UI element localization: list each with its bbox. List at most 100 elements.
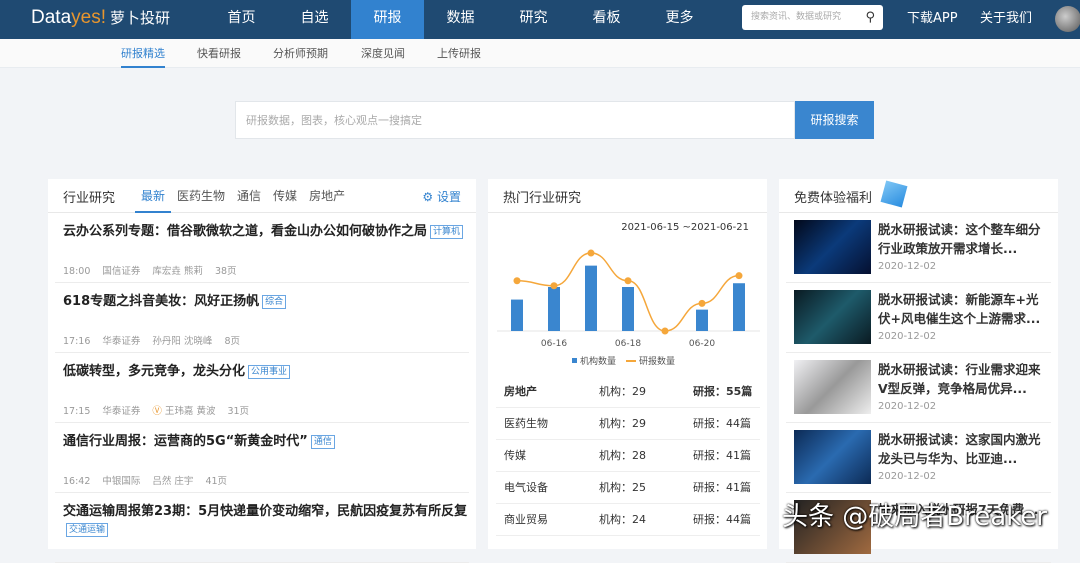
- header-search-input[interactable]: 搜索资讯、数据或研究 ⚲: [742, 5, 883, 30]
- list-item[interactable]: 脱水研报试读：行业需求迎来V型反弹，竞争格局优异... 2020-12-02: [786, 353, 1051, 423]
- subnav-quick[interactable]: 快看研报: [197, 39, 241, 68]
- industry-research-card: 行业研究 最新 医药生物 通信 传媒 房地产 ⚙ 设置 云办公系列专题：借谷歌微…: [48, 179, 476, 563]
- industry-tag[interactable]: 通信: [310, 435, 335, 449]
- time: 17:15: [63, 406, 91, 417]
- authors[interactable]: 孙丹阳 沈晓峰: [152, 336, 212, 347]
- list-item[interactable]: 低碳转型，多元竞争，龙头分化 公用事业 17:15 华泰证券 Ⓥ 王玮嘉 黄波 31页: [55, 353, 469, 423]
- list-item[interactable]: 脱水研报试读：新能源车+光伏+风电催生这个上游需求... 2020-12-02: [786, 283, 1051, 353]
- list-item[interactable]: 脱水研报试读：这家国内激光龙头已与华为、比亚迪... 2020-12-02: [786, 423, 1051, 493]
- report-count: 研报：44篇: [693, 513, 751, 526]
- nav-study[interactable]: 研究: [497, 0, 570, 39]
- pages: 41页: [205, 476, 228, 487]
- report-title[interactable]: 低碳转型，多元竞争，龙头分化 公用事业: [63, 363, 473, 381]
- bar-06-21: [733, 283, 745, 331]
- nav-watchlist[interactable]: 自选: [278, 0, 351, 39]
- table-row[interactable]: 房地产 机构：29 研报：55篇: [496, 376, 760, 408]
- nav-home[interactable]: 首页: [205, 0, 278, 39]
- report-title[interactable]: 交通运输周报第23期：5月快递量价变动缩窄，民航因疫复苏有所反复交通运输: [63, 503, 473, 539]
- item-title[interactable]: 脱水研报试读：这个整车细分行业政策放开需求增长...: [878, 220, 1048, 258]
- tab-pharma[interactable]: 医药生物: [171, 179, 231, 213]
- report-count: 研报：44篇: [693, 417, 751, 430]
- industry-name: 医药生物: [504, 417, 548, 430]
- card-title: 热门行业研究: [503, 191, 582, 206]
- broker[interactable]: 中银国际: [102, 476, 140, 487]
- item-title[interactable]: 脱水研报试读：行业需求迎来V型反弹，竞争格局优异...: [878, 360, 1048, 398]
- report-meta: 16:42 中银国际 吕然 庄宇 41页: [63, 473, 239, 487]
- subnav-depth[interactable]: 深度见闻: [361, 39, 405, 68]
- logo[interactable]: Datayes! 萝卜投研: [31, 7, 170, 29]
- main-nav: 首页 自选 研报 数据 研究 看板 更多: [205, 0, 716, 39]
- report-title[interactable]: 618专题之抖音美妆：风好正扬帆 综合: [63, 293, 473, 311]
- tick-label: 06-16: [541, 339, 567, 349]
- industry-tag[interactable]: 计算机: [430, 225, 464, 239]
- thumbnail-image[interactable]: [794, 290, 871, 344]
- industry-name: 商业贸易: [504, 513, 548, 526]
- table-row[interactable]: 医药生物 机构：29 研报：44篇: [496, 408, 760, 440]
- list-item[interactable]: 通信行业周报：运营商的5G“新黄金时代” 通信 16:42 中银国际 吕然 庄宇 41页: [55, 423, 469, 493]
- nav-research[interactable]: 研报: [351, 0, 424, 39]
- title-text: 交通运输周报第23期：5月快递量价变动缩窄，民航因疫复苏有所反复: [63, 504, 468, 519]
- title-text: 618专题之抖音美妆：风好正扬帆: [63, 294, 260, 309]
- legend-bar-swatch: [572, 358, 577, 363]
- list-item[interactable]: 云办公系列专题：借谷歌微软之道，看金山办公如何破协作之局 计算机 18:00 国信证券…: [55, 213, 469, 283]
- tick-label: 06-18: [615, 339, 641, 349]
- item-date: 2020-12-02: [878, 401, 937, 412]
- org-count: 机构：25: [599, 481, 646, 494]
- tab-telecom[interactable]: 通信: [231, 179, 267, 213]
- avatar[interactable]: [1055, 6, 1080, 32]
- thumbnail-image[interactable]: [794, 220, 871, 274]
- report-title[interactable]: 云办公系列专题：借谷歌微软之道，看金山办公如何破协作之局 计算机: [63, 223, 473, 241]
- authors[interactable]: 王玮嘉 黄波: [165, 406, 216, 417]
- subnav-selected[interactable]: 研报精选: [121, 39, 165, 68]
- subnav-upload[interactable]: 上传研报: [437, 39, 481, 68]
- about-link[interactable]: 关于我们: [980, 0, 1032, 37]
- nav-more[interactable]: 更多: [643, 0, 716, 39]
- tab-realestate[interactable]: 房地产: [303, 179, 351, 213]
- authors[interactable]: 库宏垚 熊莉: [152, 266, 203, 277]
- title-text: 云办公系列专题：借谷歌微软之道，看金山办公如何破协作之局: [63, 224, 428, 239]
- search-icon[interactable]: ⚲: [865, 5, 875, 30]
- industry-tag[interactable]: 公用事业: [248, 365, 291, 379]
- authors[interactable]: 吕然 庄宇: [152, 476, 193, 487]
- thumbnail-image[interactable]: [794, 430, 871, 484]
- list-item[interactable]: 交通运输周报第23期：5月快递量价变动缩窄，民航因疫复苏有所反复交通运输: [55, 493, 469, 563]
- tab-latest[interactable]: 最新: [135, 179, 172, 213]
- report-search-input[interactable]: 研报数据，图表，核心观点一搜搞定: [235, 101, 795, 139]
- tick-label: 06-20: [689, 339, 715, 349]
- org-count: 机构：24: [599, 513, 646, 526]
- point-06-20: [698, 299, 706, 307]
- industry-tag[interactable]: 综合: [262, 295, 287, 309]
- tab-media[interactable]: 传媒: [267, 179, 303, 213]
- table-row[interactable]: 商业贸易 机构：24 研报：44篇: [496, 504, 760, 536]
- time: 17:16: [63, 336, 91, 347]
- settings-button[interactable]: ⚙ 设置: [422, 188, 461, 205]
- point-06-18: [624, 277, 632, 285]
- item-title[interactable]: 脱水研报试读：新能源车+光伏+风电催生这个上游需求...: [878, 290, 1048, 328]
- thumbnail-image[interactable]: [794, 360, 871, 414]
- list-item[interactable]: 脱水研报试读：这个整车细分行业政策放开需求增长... 2020-12-02: [786, 213, 1051, 283]
- nav-data[interactable]: 数据: [424, 0, 497, 39]
- broker[interactable]: 华泰证券: [102, 336, 140, 347]
- item-title[interactable]: 脱水研报试读：这家国内激光龙头已与华为、比亚迪...: [878, 430, 1048, 468]
- list-item[interactable]: 618专题之抖音美妆：风好正扬帆 综合 17:16 华泰证券 孙丹阳 沈晓峰 8页: [55, 283, 469, 353]
- title-text: 通信行业周报：运营商的5G“新黄金时代”: [63, 434, 308, 449]
- broker[interactable]: 华泰证券: [102, 406, 140, 417]
- download-app-link[interactable]: 下载APP: [907, 0, 958, 37]
- legend-bar-label: 机构数量: [580, 355, 616, 367]
- report-search-button[interactable]: 研报搜索: [795, 101, 874, 139]
- bar-06-18: [622, 287, 634, 331]
- card-title: 免费体验福利: [794, 191, 873, 206]
- hot-industry-card: 热门行业研究 2021-06-15 ~2021-06-21 06-16 06-18…: [488, 179, 767, 549]
- report-title[interactable]: 通信行业周报：运营商的5G“新黄金时代” 通信: [63, 433, 473, 451]
- nav-board[interactable]: 看板: [570, 0, 643, 39]
- title-text: 低碳转型，多元竞争，龙头分化: [63, 364, 246, 379]
- industry-tag[interactable]: 交通运输: [66, 523, 109, 537]
- bar-06-20: [696, 309, 708, 331]
- bar-06-15: [511, 299, 523, 331]
- pages: 31页: [227, 406, 250, 417]
- table-row[interactable]: 电气设备 机构：25 研报：41篇: [496, 472, 760, 504]
- table-row[interactable]: 传媒 机构：28 研报：41篇: [496, 440, 760, 472]
- broker[interactable]: 国信证券: [102, 266, 140, 277]
- pages: 8页: [224, 336, 240, 347]
- subnav-analyst[interactable]: 分析师预期: [273, 39, 328, 68]
